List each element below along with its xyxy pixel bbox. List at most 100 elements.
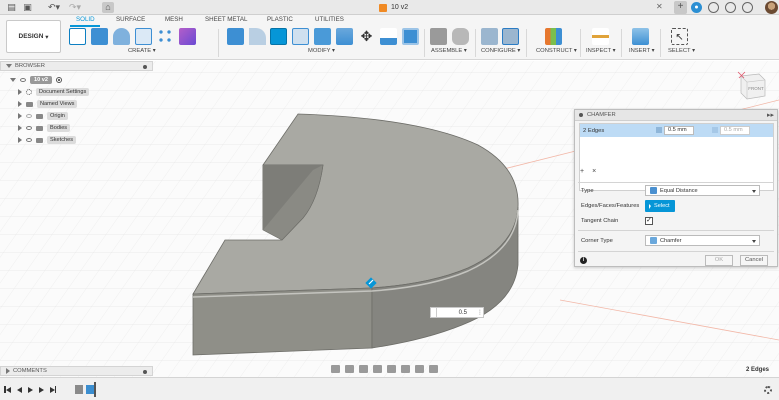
cloud-sync-icon[interactable]: ●: [691, 2, 702, 13]
visibility-icon[interactable]: [26, 138, 32, 142]
chamfer-icon[interactable]: [270, 28, 287, 45]
hole-icon[interactable]: [135, 28, 152, 45]
distance-2-field[interactable]: 0.5 mm: [720, 126, 750, 135]
cancel-button[interactable]: Cancel: [740, 255, 768, 266]
expand-icon[interactable]: [18, 113, 22, 119]
tab-solid[interactable]: SOLID: [76, 16, 95, 23]
add-row-icon[interactable]: +: [580, 168, 584, 175]
joint-icon[interactable]: [452, 28, 469, 45]
tab-plastic[interactable]: PLASTIC: [267, 16, 293, 23]
activate-radio-icon[interactable]: [56, 77, 62, 83]
expand-icon[interactable]: [6, 368, 10, 374]
gear-icon[interactable]: [764, 386, 772, 394]
browser-item-bodies[interactable]: Bodies: [18, 123, 71, 133]
timeline-feature-extrude[interactable]: [75, 385, 83, 394]
info-icon[interactable]: i: [580, 257, 587, 264]
timeline-feature-chamfer[interactable]: [86, 385, 94, 394]
display-settings-icon[interactable]: [401, 365, 410, 373]
go-to-end-button[interactable]: [49, 386, 56, 393]
tangent-chain-checkbox[interactable]: ✓: [645, 217, 653, 225]
distance-input-value[interactable]: 0.5: [443, 310, 477, 316]
visibility-icon[interactable]: [26, 126, 32, 130]
visibility-icon[interactable]: [20, 78, 26, 82]
expand-icon[interactable]: [10, 78, 16, 82]
drag-handle[interactable]: [431, 308, 437, 317]
go-to-start-button[interactable]: [4, 386, 11, 393]
look-at-icon[interactable]: [345, 365, 354, 373]
expand-icon[interactable]: [18, 137, 22, 143]
expand-icon[interactable]: [18, 89, 22, 95]
panel-pin-icon[interactable]: [143, 370, 147, 374]
collapse-icon[interactable]: [6, 64, 12, 68]
save-icon[interactable]: ▣: [22, 2, 33, 13]
modify-menu[interactable]: MODIFY ▾: [308, 48, 335, 54]
offset-plane-icon[interactable]: [545, 28, 562, 45]
play-button[interactable]: [27, 386, 33, 393]
view-cube[interactable]: FRONT: [735, 68, 767, 102]
pattern-icon[interactable]: [157, 28, 174, 45]
new-component-icon[interactable]: [430, 28, 447, 45]
tab-sheet-metal[interactable]: SHEET METAL: [205, 16, 247, 23]
select-menu[interactable]: SELECT ▾: [668, 48, 695, 54]
press-pull-icon[interactable]: [227, 28, 244, 45]
browser-root-item[interactable]: 10 v2: [10, 75, 62, 85]
step-forward-button[interactable]: [38, 386, 44, 393]
distance-field[interactable]: 0.5 mm: [664, 126, 694, 135]
panel-pin-icon[interactable]: [143, 65, 147, 69]
undo-icon[interactable]: ↶▾: [43, 2, 65, 13]
form-icon[interactable]: [179, 28, 196, 45]
move-icon[interactable]: ✥: [358, 28, 375, 45]
extrude-icon[interactable]: [91, 28, 108, 45]
select-cursor-icon[interactable]: ↖: [671, 28, 688, 45]
workspace-switcher-button[interactable]: DESIGN ▾: [6, 20, 61, 53]
browser-item-sketches[interactable]: Sketches: [18, 135, 77, 145]
measure-icon[interactable]: [592, 28, 609, 45]
expand-icon[interactable]: [18, 101, 22, 107]
configure-table-icon[interactable]: [481, 28, 498, 45]
corner-type-dropdown[interactable]: Chamfer: [645, 235, 760, 246]
combine-icon[interactable]: [314, 28, 331, 45]
fit-icon[interactable]: [387, 365, 396, 373]
notifications-icon[interactable]: [725, 2, 736, 13]
browser-panel-header[interactable]: BROWSER: [0, 61, 153, 71]
help-icon[interactable]: [742, 2, 753, 13]
ok-button[interactable]: OK: [705, 255, 733, 266]
dialog-pin-icon[interactable]: [579, 113, 583, 117]
chamfer-dialog-header[interactable]: CHAMFER ▸▸: [575, 110, 777, 121]
revolve-icon[interactable]: [113, 28, 130, 45]
insert-menu[interactable]: INSERT ▾: [629, 48, 655, 54]
distance-input-box[interactable]: 0.5 ⋮: [430, 307, 484, 318]
comments-panel-header[interactable]: COMMENTS: [0, 366, 153, 376]
configure-rule-icon[interactable]: [502, 28, 519, 45]
step-back-button[interactable]: [16, 386, 22, 393]
list-item[interactable]: 2 Edges 0.5 mm 0.5 mm: [580, 124, 773, 137]
avatar[interactable]: [765, 1, 778, 14]
configure-menu[interactable]: CONFIGURE ▾: [481, 48, 520, 54]
redo-icon[interactable]: ↷▾: [64, 2, 86, 13]
browser-item-origin[interactable]: Origin: [18, 111, 68, 121]
expand-icon[interactable]: [18, 125, 22, 131]
scale-icon[interactable]: [402, 28, 419, 45]
orbit-icon[interactable]: [331, 365, 340, 373]
file-menu-icon[interactable]: ▤: [6, 2, 17, 13]
pan-icon[interactable]: [359, 365, 368, 373]
more-options-icon[interactable]: ⋮: [477, 309, 483, 316]
align-icon[interactable]: [380, 28, 397, 45]
split-body-icon[interactable]: [336, 28, 353, 45]
inspect-menu[interactable]: INSPECT ▾: [586, 48, 616, 54]
zoom-icon[interactable]: [373, 365, 382, 373]
create-sketch-icon[interactable]: [69, 28, 86, 45]
remove-row-icon[interactable]: ×: [592, 168, 596, 175]
home-icon[interactable]: ⌂: [102, 2, 114, 13]
shell-icon[interactable]: [292, 28, 309, 45]
tab-utilities[interactable]: UTILITIES: [315, 16, 344, 23]
select-edges-button[interactable]: Select: [645, 200, 675, 212]
expand-dialog-icon[interactable]: ▸▸: [767, 111, 774, 119]
tab-mesh[interactable]: MESH: [165, 16, 183, 23]
visibility-icon[interactable]: [26, 114, 32, 118]
close-tab-icon[interactable]: ✕: [656, 2, 663, 11]
browser-item-document-settings[interactable]: Document Settings: [18, 87, 90, 97]
fillet-icon[interactable]: [249, 28, 266, 45]
insert-image-icon[interactable]: [632, 28, 649, 45]
tab-surface[interactable]: SURFACE: [116, 16, 145, 23]
